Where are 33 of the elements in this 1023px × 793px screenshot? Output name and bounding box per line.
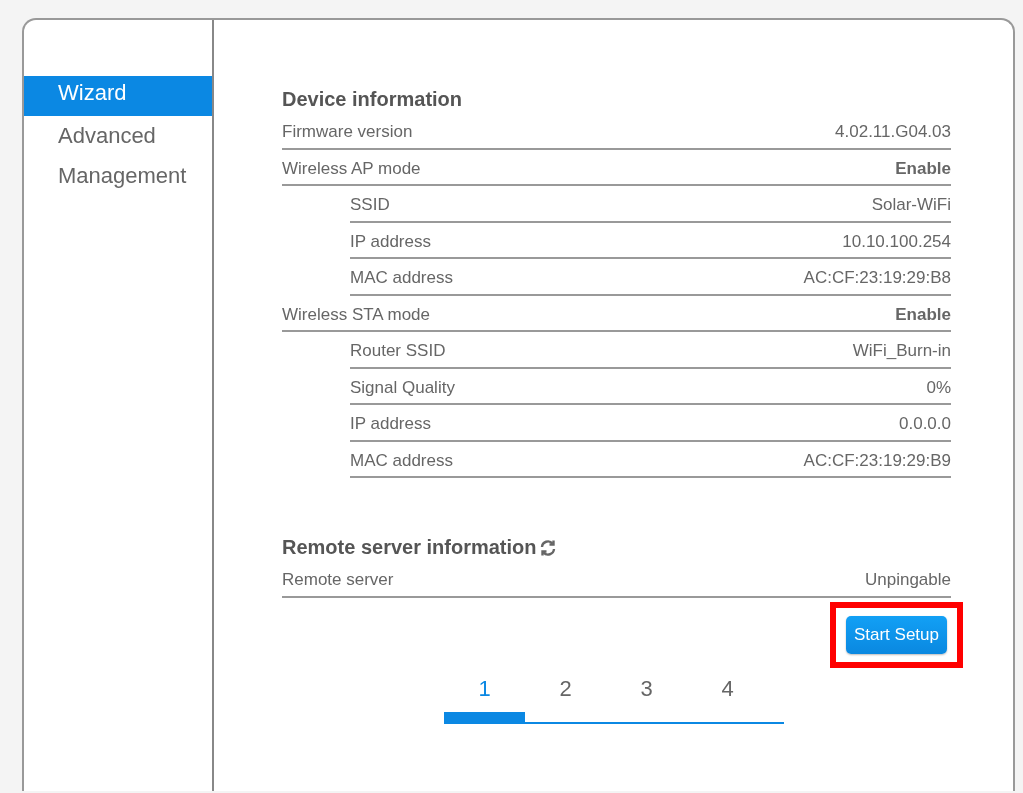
- step-tab[interactable]: 2: [525, 669, 606, 724]
- field-label: IP address: [350, 231, 431, 252]
- step-tab[interactable]: 1: [444, 669, 525, 724]
- field-value: AC:CF:23:19:29:B8: [803, 268, 951, 289]
- section-title: Remote server information: [282, 536, 537, 559]
- step-tab[interactable]: 3: [606, 669, 687, 724]
- field-label: Signal Quality: [350, 377, 455, 398]
- field-value: 4.02.11.G04.03: [835, 122, 951, 143]
- field-label: Firmware version: [282, 122, 413, 143]
- field-value: Unpingable: [865, 570, 951, 591]
- refresh-icon[interactable]: [538, 538, 557, 557]
- field-value: Solar-WiFi: [871, 195, 951, 216]
- field-value: 0%: [926, 377, 951, 398]
- sidebar-item[interactable]: Wizard: [24, 76, 212, 116]
- field-label: Wireless STA mode: [282, 304, 430, 325]
- start-setup-button[interactable]: Start Setup: [845, 615, 947, 654]
- field-value: 10.10.100.254: [842, 231, 951, 252]
- sidebar-item[interactable]: Management: [24, 159, 212, 190]
- field-label: Router SSID: [350, 341, 446, 362]
- field-value: WiFi_Burn-in: [852, 341, 951, 362]
- field-value: Enable: [895, 158, 951, 179]
- sidebar-item[interactable]: Advanced: [24, 119, 212, 150]
- field-label: SSID: [350, 195, 390, 216]
- field-value: Enable: [895, 304, 951, 325]
- field-value: AC:CF:23:19:29:B9: [803, 450, 951, 471]
- step-tab[interactable]: 4: [687, 669, 768, 724]
- field-label: MAC address: [350, 268, 453, 289]
- field-label: IP address: [350, 414, 431, 435]
- field-value: 0.0.0.0: [899, 414, 951, 435]
- section-title: Device information: [282, 88, 463, 111]
- field-label: MAC address: [350, 450, 453, 471]
- field-label: Remote server: [282, 570, 394, 591]
- field-label: Wireless AP mode: [282, 158, 421, 179]
